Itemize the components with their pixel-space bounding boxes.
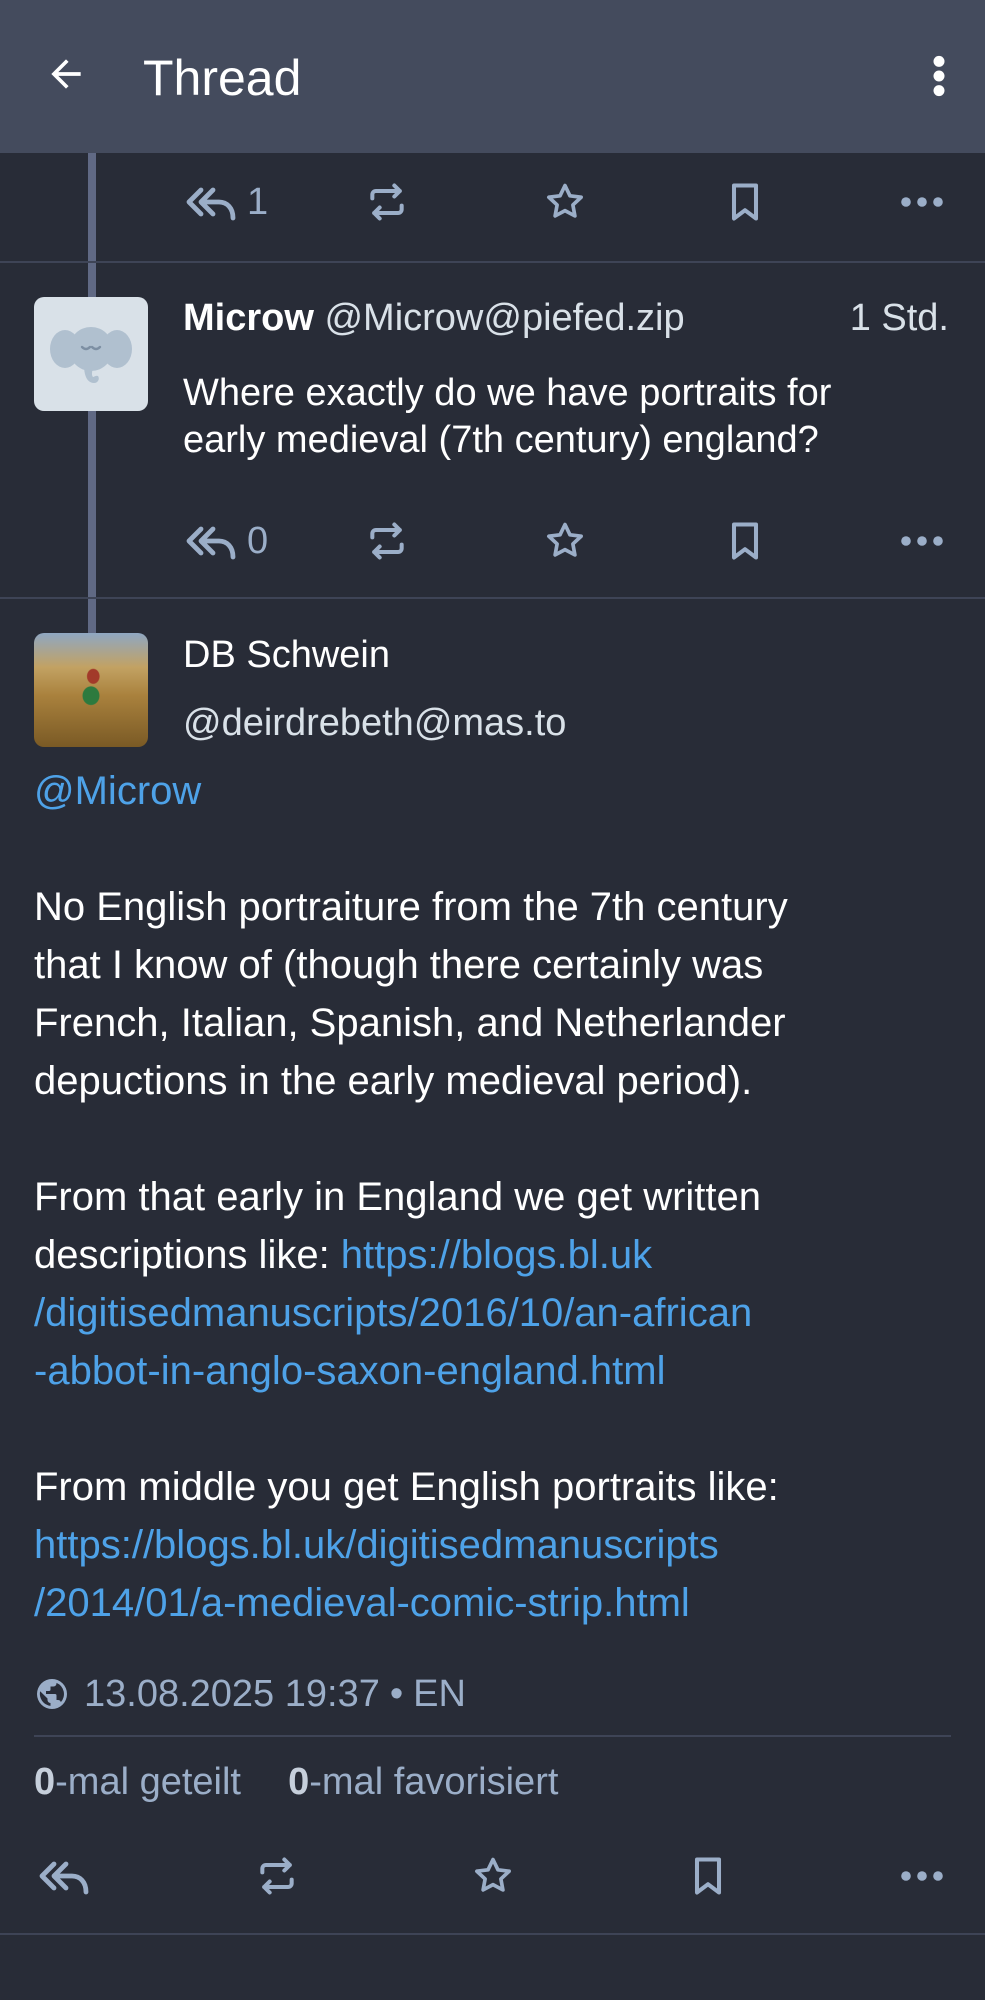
bookmark-icon <box>731 522 759 560</box>
post-text-line: early medieval (7th century) england? <box>183 419 819 461</box>
bookmark-icon <box>731 183 759 221</box>
post-divider <box>0 1933 985 1935</box>
reply-all-icon <box>186 526 236 560</box>
account-handle[interactable]: @Microw@piefed.zip <box>324 297 684 339</box>
content-line: From that early in England we get writte… <box>34 1175 762 1219</box>
favourite-button[interactable] <box>471 1846 515 1906</box>
url-link[interactable]: /2014/01/a-medieval-comic-strip.html <box>34 1574 954 1632</box>
avatar[interactable] <box>34 297 148 411</box>
bookmark-button[interactable] <box>723 511 767 571</box>
more-horizontal-icon <box>901 536 943 546</box>
mention-link[interactable]: @Microw <box>34 762 954 820</box>
content-line: depuctions in the early medieval period)… <box>34 1059 753 1103</box>
reply-count: 0 <box>247 520 269 562</box>
post-content: Where exactly do we have portraits for e… <box>183 370 831 464</box>
display-name[interactable]: DB Schwein <box>183 632 390 678</box>
language-label: EN <box>413 1673 466 1715</box>
reply-button[interactable]: 0 <box>185 511 268 571</box>
meta-divider <box>34 1735 951 1737</box>
url-link[interactable]: https://blogs.bl.uk <box>341 1233 652 1277</box>
reply-count: 1 <box>247 181 269 223</box>
avatar[interactable] <box>34 633 148 747</box>
arrow-left-icon <box>51 59 81 89</box>
favourite-button[interactable] <box>543 511 587 571</box>
status-meta: 13.08.2025 19:37 • EN <box>34 1666 466 1722</box>
bookmark-button[interactable] <box>723 172 767 232</box>
interaction-counts: 0-mal geteilt 0-mal favorisiert <box>34 1757 558 1807</box>
page-title: Thread <box>143 50 302 106</box>
display-name[interactable]: Microw <box>183 297 314 339</box>
more-actions-button[interactable] <box>898 1846 946 1906</box>
globe-icon <box>34 1676 70 1712</box>
content-line: From middle you get English portraits li… <box>34 1465 779 1509</box>
reply-all-icon <box>39 1861 89 1895</box>
back-button[interactable] <box>40 48 92 100</box>
relative-time: 1 Std. <box>849 297 949 339</box>
boost-button[interactable] <box>365 511 409 571</box>
url-link[interactable]: -abbot-in-anglo-saxon-england.html <box>34 1342 954 1400</box>
star-icon <box>547 183 583 218</box>
status-content: @Microw No English portraiture from the … <box>34 762 954 1632</box>
content-line: that I know of (though there certainly w… <box>34 943 764 987</box>
app-bar: Thread <box>0 0 985 153</box>
url-link[interactable]: /digitisedmanuscripts/2016/10/an-african <box>34 1284 954 1342</box>
post-divider <box>0 597 985 599</box>
boost-button[interactable] <box>255 1846 299 1906</box>
reply-button[interactable]: 1 <box>185 172 268 232</box>
reply-all-icon <box>186 187 236 221</box>
more-actions-button[interactable] <box>898 172 946 232</box>
bookmark-icon <box>694 1857 722 1895</box>
post-divider <box>0 261 985 263</box>
repeat-icon <box>260 1857 294 1895</box>
overflow-menu-button[interactable] <box>919 48 959 104</box>
content-text: descriptions like: <box>34 1233 341 1277</box>
elephant-icon <box>50 327 132 383</box>
more-actions-button[interactable] <box>898 511 946 571</box>
shares-count-link[interactable]: 0-mal geteilt <box>34 1761 241 1803</box>
star-icon <box>547 522 583 557</box>
author-line: Microw @Microw@piefed.zip <box>183 295 685 341</box>
content-line: No English portraiture from the 7th cent… <box>34 885 788 929</box>
star-icon <box>475 1857 511 1892</box>
meta-separator: • <box>389 1673 404 1715</box>
bookmark-button[interactable] <box>686 1846 730 1906</box>
favourite-button[interactable] <box>543 172 587 232</box>
more-vertical-icon <box>933 55 945 97</box>
url-link[interactable]: https://blogs.bl.uk/digitisedmanuscripts <box>34 1516 954 1574</box>
account-handle[interactable]: @deirdrebeth@mas.to <box>183 700 566 746</box>
favourites-count-link[interactable]: 0-mal favorisiert <box>288 1761 558 1803</box>
boost-button[interactable] <box>365 172 409 232</box>
post-text-line: Where exactly do we have portraits for <box>183 372 832 414</box>
repeat-icon <box>370 183 404 221</box>
more-horizontal-icon <box>901 197 943 207</box>
more-horizontal-icon <box>901 1871 943 1881</box>
repeat-icon <box>370 522 404 560</box>
content-line: descriptions like: https://blogs.bl.uk <box>34 1226 954 1284</box>
timestamp[interactable]: 13.08.2025 19:37 <box>84 1666 380 1722</box>
reply-button[interactable] <box>38 1846 90 1906</box>
content-line: French, Italian, Spanish, and Netherland… <box>34 1001 786 1045</box>
